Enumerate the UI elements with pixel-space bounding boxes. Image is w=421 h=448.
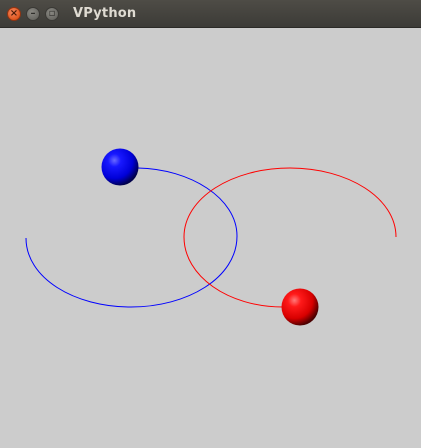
- maximize-button[interactable]: ▫: [45, 7, 59, 21]
- close-icon: ×: [9, 8, 19, 19]
- title-bar[interactable]: × – ▫ VPython: [0, 0, 421, 28]
- vpython-window: × – ▫ VPython: [0, 0, 421, 448]
- red-trail: [183, 167, 397, 308]
- blue-trail: [25, 167, 238, 308]
- blue-sphere: [101, 148, 139, 186]
- red-sphere: [281, 288, 319, 326]
- maximize-icon: ▫: [48, 8, 56, 19]
- scene-svg: [25, 148, 397, 326]
- minimize-button[interactable]: –: [26, 7, 40, 21]
- scene-canvas[interactable]: [0, 28, 421, 448]
- window-title: VPython: [73, 6, 137, 21]
- minimize-icon: –: [30, 8, 36, 19]
- close-button[interactable]: ×: [7, 7, 21, 21]
